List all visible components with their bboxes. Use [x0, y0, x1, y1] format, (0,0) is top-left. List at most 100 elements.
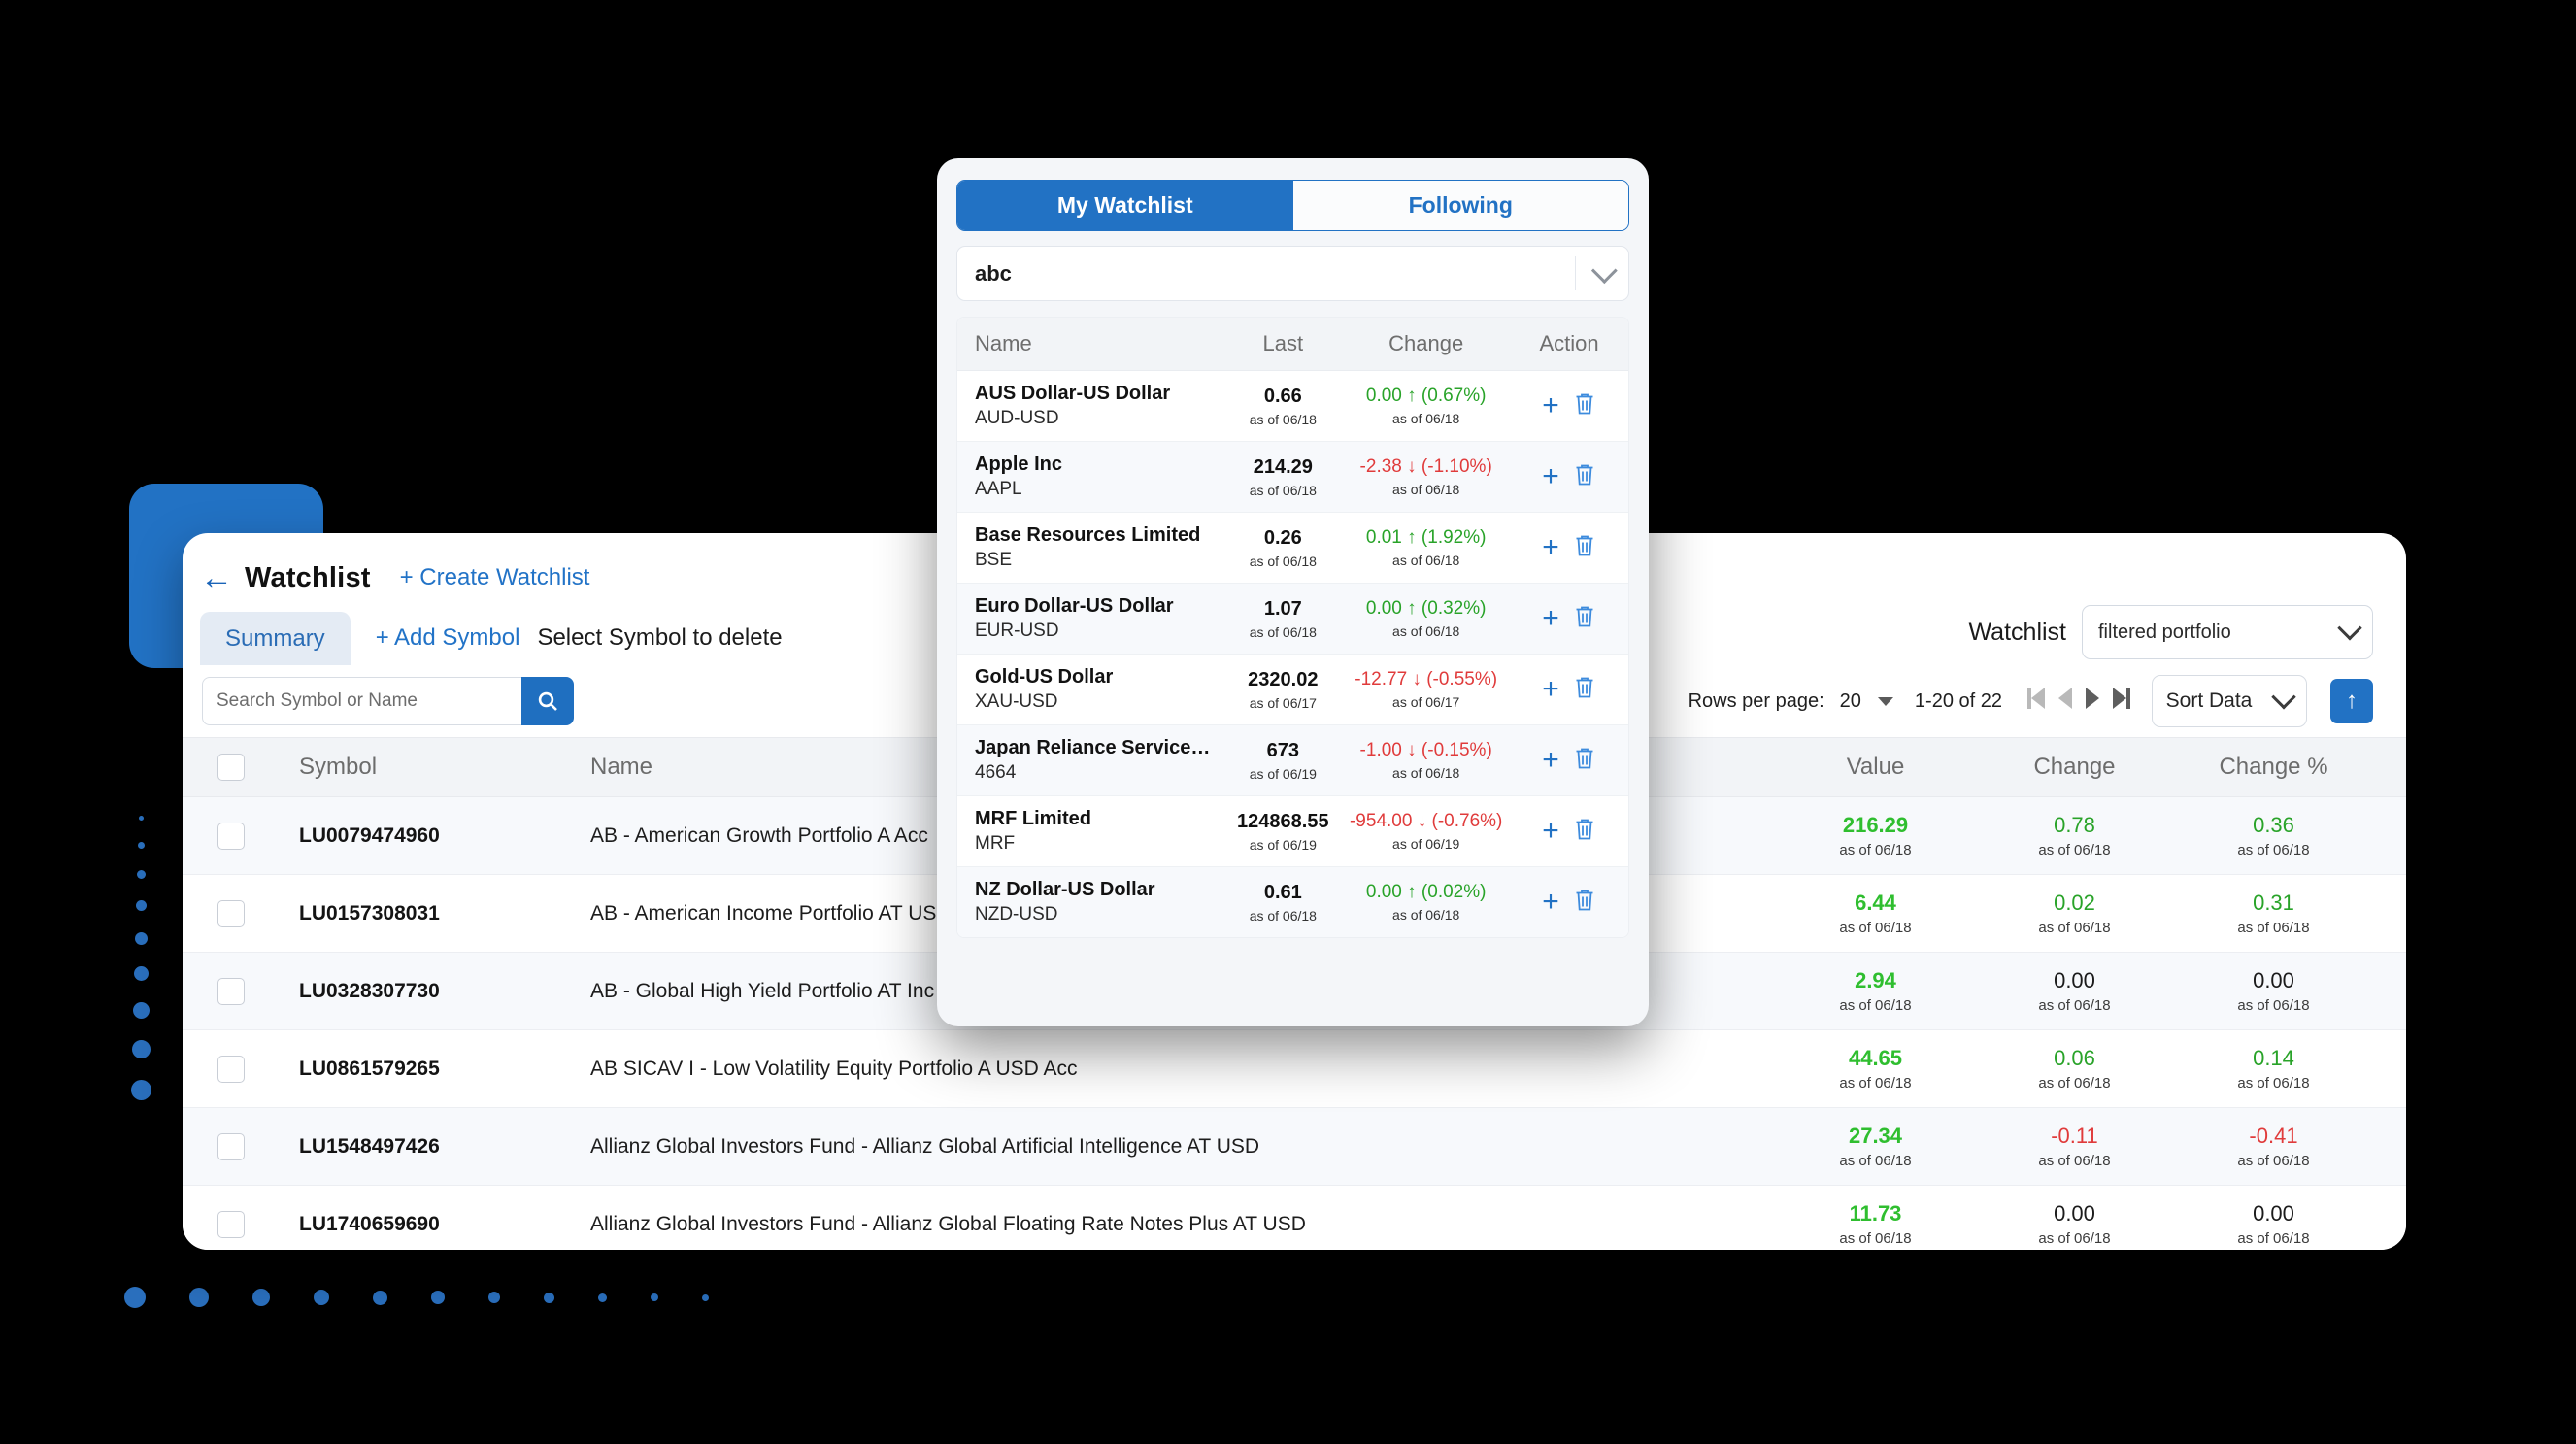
row-checkbox[interactable]: [217, 899, 245, 927]
cell-value-asof: as of 06/18: [1839, 842, 1912, 858]
cell-value-asof: as of 06/18: [1839, 1075, 1912, 1091]
plus-icon[interactable]: +: [1542, 604, 1559, 633]
cell-symbol: LU1740659690: [299, 1185, 590, 1250]
popup-instrument-ticker: MRF: [975, 833, 1016, 854]
popup-last-price: 214.29: [1253, 455, 1313, 478]
delete-button[interactable]: [1573, 391, 1596, 421]
popup-cell-name: Japan Reliance Service… 4664: [957, 724, 1224, 796]
next-page-button[interactable]: [2086, 688, 2099, 715]
popup-cell-action: +: [1510, 441, 1628, 513]
row-checkbox[interactable]: [217, 977, 245, 1005]
first-page-button[interactable]: [2027, 688, 2045, 715]
plus-icon[interactable]: +: [1542, 746, 1559, 775]
row-checkbox[interactable]: [217, 822, 245, 850]
popup-change-asof: as of 06/18: [1392, 623, 1460, 639]
chevron-down-icon: [1590, 257, 1618, 285]
cell-name: Allianz Global Investors Fund - Allianz …: [590, 1107, 1776, 1186]
popup-cell-name: Euro Dollar-US Dollar EUR-USD: [957, 583, 1224, 655]
pagination-buttons: [2027, 688, 2130, 715]
table-row[interactable]: LU0861579265 AB SICAV I - Low Volatility …: [183, 1029, 2406, 1108]
popup-cell-last: 0.66 as of 06/18: [1223, 370, 1343, 442]
add-symbol-link[interactable]: + Add Symbol: [376, 624, 520, 665]
delete-button[interactable]: [1573, 746, 1596, 776]
trash-icon: [1576, 819, 1593, 839]
tab-summary[interactable]: Summary: [200, 612, 351, 665]
popup-change-value: -12.77 (-0.55%): [1342, 669, 1510, 690]
tab-my-watchlist[interactable]: My Watchlist: [957, 181, 1293, 230]
popup-table-row[interactable]: Euro Dollar-US Dollar EUR-USD 1.07 as of 06…: [957, 583, 1628, 655]
row-select-cell: [183, 1107, 299, 1186]
select-all-checkbox[interactable]: [217, 754, 245, 781]
popup-column-header-last: Last: [1223, 318, 1343, 371]
decoration-dot: [136, 870, 146, 879]
search-button[interactable]: [521, 677, 574, 725]
row-checkbox[interactable]: [217, 1055, 245, 1083]
delete-button[interactable]: [1573, 462, 1596, 492]
arrow-down-icon: [1412, 669, 1422, 689]
delete-button[interactable]: [1573, 817, 1596, 847]
chevron-down-icon: [2337, 616, 2362, 641]
popup-cell-change: -2.38 (-1.10%) as of 06/18: [1342, 441, 1511, 513]
sort-data-button[interactable]: Sort Data: [2152, 675, 2307, 727]
popup-table-row[interactable]: AUS Dollar-US Dollar AUD-USD 0.66 as of 06/…: [957, 370, 1628, 442]
arrow-down-icon: [1418, 811, 1427, 831]
chevron-down-icon: [2271, 685, 2297, 710]
popup-watchlist-value: abc: [975, 260, 1012, 285]
rows-per-page-select[interactable]: 20: [1840, 690, 1893, 713]
popup-cell-name: Apple Inc AAPL: [957, 441, 1224, 513]
trash-icon: [1576, 606, 1593, 626]
plus-icon[interactable]: +: [1542, 817, 1559, 846]
popup-cell-name: AUS Dollar-US Dollar AUD-USD: [957, 370, 1224, 442]
popup-cell-change: -12.77 (-0.55%) as of 06/17: [1342, 654, 1511, 725]
plus-icon[interactable]: +: [1542, 462, 1559, 491]
cell-change-asof: as of 06/18: [2038, 842, 2111, 858]
delete-button[interactable]: [1573, 675, 1596, 705]
table-row[interactable]: LU1740659690 Allianz Global Investors Fun…: [183, 1185, 2406, 1250]
tab-following[interactable]: Following: [1292, 181, 1628, 230]
popup-watchlist-select[interactable]: abc: [956, 246, 1629, 301]
popup-table-row[interactable]: Apple IncAAPL214.29as of 06/18-2.38 (-1.…: [957, 441, 1628, 513]
plus-icon[interactable]: +: [1542, 675, 1559, 704]
cell-change-pct-number: 0.00: [2253, 968, 2294, 992]
scroll-to-top-button[interactable]: ↑: [2330, 679, 2373, 723]
last-page-button[interactable]: [2113, 688, 2130, 715]
popup-last-asof: as of 06/18: [1249, 553, 1317, 569]
popup-change-asof: as of 06/18: [1392, 765, 1460, 781]
cell-value-number: 27.34: [1848, 1124, 1903, 1148]
popup-change-number: -2.38: [1359, 456, 1402, 477]
cell-change: 0.78 as of 06/18: [1975, 796, 2174, 875]
cell-change-pct-asof: as of 06/18: [2237, 997, 2310, 1014]
plus-icon[interactable]: +: [1542, 391, 1559, 420]
decoration-dot: [488, 1292, 500, 1303]
column-header-symbol[interactable]: Symbol: [299, 737, 590, 797]
popup-table-row[interactable]: MRF Limited MRF 124868.55 as of 06/19 -954.0…: [957, 795, 1628, 867]
watchlist-select[interactable]: filtered portfolio: [2082, 605, 2373, 659]
delete-button[interactable]: [1573, 604, 1596, 634]
column-header-change-pct[interactable]: Change %: [2174, 737, 2406, 797]
column-header-value[interactable]: Value: [1776, 737, 1975, 797]
arrow-up-icon: [1407, 386, 1417, 406]
arrow-up-icon: ↑: [2346, 688, 2358, 714]
popup-table-row[interactable]: Base Resources Limited BSE 0.26 as of 06/18…: [957, 512, 1628, 584]
delete-button[interactable]: [1573, 533, 1596, 563]
cell-change-pct-asof: as of 06/18: [2237, 920, 2310, 936]
search-input[interactable]: [202, 677, 521, 725]
cell-value: 44.65 as of 06/18: [1776, 1029, 1975, 1108]
popup-table-row[interactable]: Gold-US Dollar XAU-USD 2320.02 as of 06/17-…: [957, 654, 1628, 725]
plus-icon[interactable]: +: [1542, 533, 1559, 562]
back-arrow-icon[interactable]: ←: [200, 561, 233, 594]
watchlist-popup: My Watchlist Following abc Name Last Cha…: [937, 158, 1649, 1026]
popup-last-asof: as of 06/18: [1249, 411, 1317, 427]
popup-table-row[interactable]: Japan Reliance Service… 4664 673 as of 06/1…: [957, 724, 1628, 796]
plus-icon[interactable]: +: [1542, 888, 1559, 917]
popup-table-row[interactable]: NZ Dollar-US Dollar NZD-USD 0.61 as of 06/1…: [957, 866, 1628, 937]
row-checkbox[interactable]: [217, 1210, 245, 1238]
popup-tabs: My Watchlist Following: [956, 180, 1629, 231]
delete-button[interactable]: [1573, 888, 1596, 918]
create-watchlist-link[interactable]: + Create Watchlist: [400, 564, 590, 591]
table-row[interactable]: LU1548497426 Allianz Global Investors Fun…: [183, 1107, 2406, 1186]
column-header-change[interactable]: Change: [1975, 737, 2174, 797]
row-checkbox[interactable]: [217, 1132, 245, 1160]
cell-value-number: 2.94: [1855, 968, 1896, 992]
prev-page-button[interactable]: [2058, 688, 2072, 715]
